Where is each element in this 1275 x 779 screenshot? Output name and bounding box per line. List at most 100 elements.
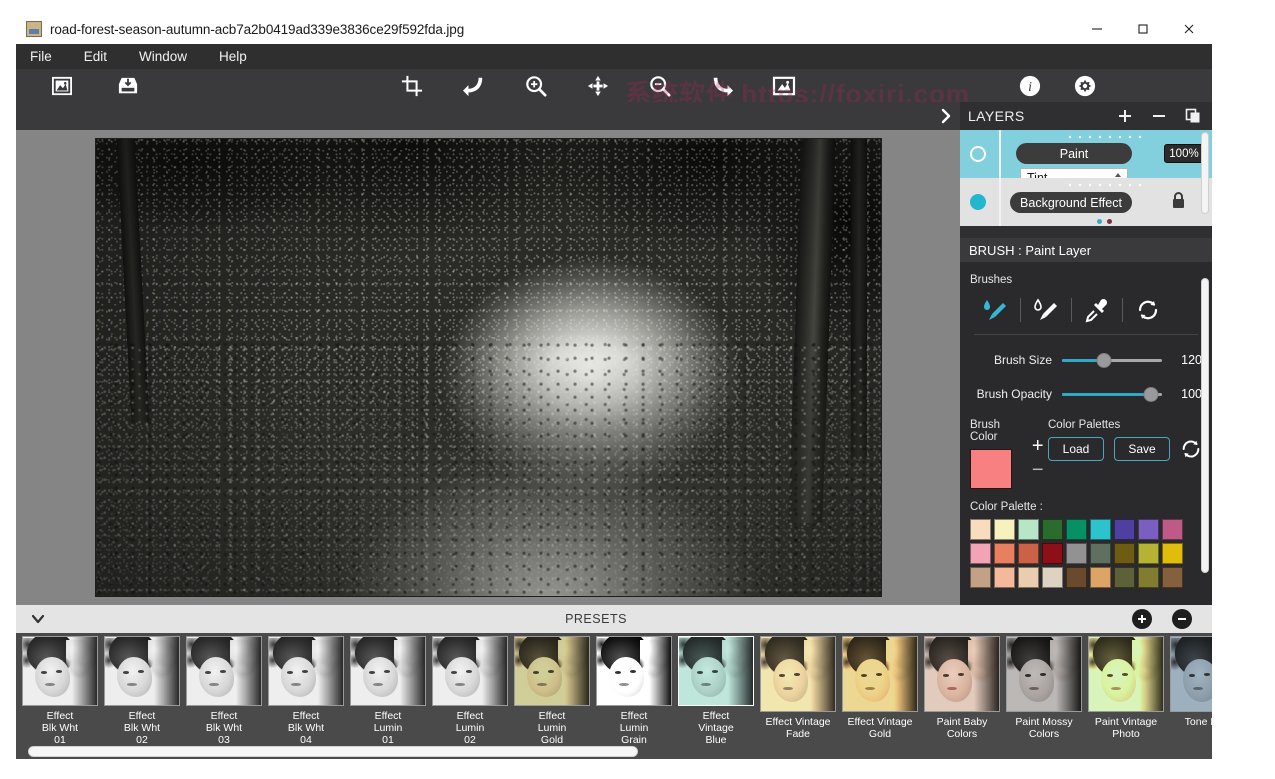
palette-swatch[interactable]	[1066, 567, 1087, 588]
open-image-icon[interactable]	[42, 69, 82, 102]
redo-icon[interactable]	[702, 69, 742, 102]
preset-item[interactable]: Effect Lumin Gold	[512, 633, 592, 746]
preset-thumbnail[interactable]	[596, 636, 672, 706]
preset-item[interactable]: Effect Blk Wht 01	[20, 633, 100, 746]
palette-swatch[interactable]	[1018, 519, 1039, 540]
palette-swatch[interactable]	[1138, 567, 1159, 588]
preset-thumbnail[interactable]	[22, 636, 98, 706]
layer-drag-handle[interactable]	[1065, 135, 1143, 139]
layer-visibility-toggle[interactable]	[970, 194, 986, 210]
save-image-icon[interactable]	[108, 69, 148, 102]
palette-swatch[interactable]	[1042, 543, 1063, 564]
remove-preset-icon[interactable]	[1172, 609, 1192, 629]
presets-horizontal-scrollbar[interactable]	[28, 746, 638, 757]
preset-item[interactable]: Effect Lumin 01	[348, 633, 428, 746]
brush-opacity-slider[interactable]	[1062, 386, 1162, 402]
preset-thumbnail[interactable]	[1006, 636, 1082, 712]
smudge-brush-icon[interactable]	[1021, 297, 1071, 323]
preset-item[interactable]: Effect Lumin 02	[430, 633, 510, 746]
preset-item[interactable]: Effect Blk Wht 04	[266, 633, 346, 746]
layer-row[interactable]: Paint 100% Tint	[960, 130, 1212, 187]
palette-swatch[interactable]	[1018, 567, 1039, 588]
palette-swatch[interactable]	[1138, 519, 1159, 540]
reset-palette-icon[interactable]	[1180, 438, 1202, 460]
palette-swatch[interactable]	[970, 519, 991, 540]
info-icon[interactable]: i	[1010, 69, 1050, 102]
layer-name[interactable]: Paint	[1016, 143, 1132, 164]
add-preset-icon[interactable]	[1132, 609, 1152, 629]
image-canvas[interactable]	[95, 138, 882, 597]
menu-window[interactable]: Window	[139, 47, 201, 67]
maximize-button[interactable]	[1120, 14, 1166, 44]
palette-swatch[interactable]	[1162, 543, 1183, 564]
preset-thumbnail[interactable]	[924, 636, 1000, 712]
palette-swatch[interactable]	[970, 543, 991, 564]
palette-swatch[interactable]	[994, 543, 1015, 564]
palette-swatch[interactable]	[994, 567, 1015, 588]
reset-brush-icon[interactable]	[1123, 298, 1173, 322]
palette-swatch[interactable]	[1162, 567, 1183, 588]
remove-color-button[interactable]: −	[1032, 460, 1044, 480]
remove-layer-button[interactable]	[1150, 107, 1168, 125]
preset-item[interactable]: Tone Blue	[1168, 633, 1212, 746]
save-palette-button[interactable]: Save	[1114, 437, 1170, 461]
duplicate-layer-icon[interactable]	[1184, 107, 1202, 125]
palette-swatch[interactable]	[1090, 519, 1111, 540]
add-layer-button[interactable]	[1116, 107, 1134, 125]
add-color-button[interactable]: +	[1032, 436, 1044, 456]
preset-thumbnail[interactable]	[514, 636, 590, 706]
preset-item[interactable]: Effect Vintage Gold	[840, 633, 920, 746]
move-icon[interactable]	[578, 69, 618, 102]
close-button[interactable]	[1166, 14, 1212, 44]
brush-size-slider[interactable]	[1062, 352, 1162, 368]
preset-thumbnail[interactable]	[842, 636, 918, 712]
palette-swatch[interactable]	[1066, 519, 1087, 540]
palette-swatch[interactable]	[1042, 519, 1063, 540]
paint-brush-icon[interactable]	[970, 297, 1020, 323]
layer-opacity-value[interactable]: 100%	[1164, 144, 1204, 163]
palette-swatch[interactable]	[970, 567, 991, 588]
preset-item[interactable]: Effect Lumin Grain	[594, 633, 674, 746]
menu-file[interactable]: File	[30, 47, 66, 67]
preset-thumbnail[interactable]	[350, 636, 426, 706]
canvas-area[interactable]	[16, 130, 960, 605]
palette-swatch[interactable]	[1090, 543, 1111, 564]
preset-thumbnail[interactable]	[432, 636, 508, 706]
preset-item[interactable]: Paint Baby Colors	[922, 633, 1002, 746]
minimize-button[interactable]	[1074, 14, 1120, 44]
preset-item[interactable]: Effect Blk Wht 02	[102, 633, 182, 746]
palette-swatch[interactable]	[1114, 543, 1135, 564]
preset-thumbnail[interactable]	[760, 636, 836, 712]
palette-swatch[interactable]	[1114, 567, 1135, 588]
preset-thumbnail[interactable]	[268, 636, 344, 706]
chevron-down-icon[interactable]	[16, 612, 60, 626]
brush-size-knob[interactable]	[1096, 352, 1112, 368]
preset-thumbnail[interactable]	[186, 636, 262, 706]
palette-swatch[interactable]	[1138, 543, 1159, 564]
palette-swatch[interactable]	[1162, 519, 1183, 540]
palette-swatch[interactable]	[1042, 567, 1063, 588]
preset-item[interactable]: Effect Vintage Fade	[758, 633, 838, 746]
lock-icon[interactable]	[1171, 191, 1186, 214]
menu-edit[interactable]: Edit	[84, 47, 121, 67]
layers-scrollbar[interactable]	[1201, 132, 1209, 214]
palette-swatch[interactable]	[1090, 567, 1111, 588]
preset-item[interactable]: Effect Blk Wht 03	[184, 633, 264, 746]
palette-swatch[interactable]	[994, 519, 1015, 540]
zoom-in-icon[interactable]	[516, 69, 556, 102]
zoom-out-icon[interactable]	[640, 69, 680, 102]
brush-color-swatch[interactable]	[970, 449, 1012, 489]
layer-drag-handle[interactable]	[1065, 183, 1143, 187]
fit-image-icon[interactable]	[764, 69, 804, 102]
preset-thumbnail[interactable]	[104, 636, 180, 706]
chevron-right-icon[interactable]	[932, 102, 960, 130]
preset-thumbnail[interactable]	[1170, 636, 1212, 712]
preset-item[interactable]: Effect Vintage Blue	[676, 633, 756, 746]
palette-swatch[interactable]	[1018, 543, 1039, 564]
preset-item[interactable]: Paint Vintage Photo	[1086, 633, 1166, 746]
layer-row[interactable]: Background Effect	[960, 178, 1212, 226]
undo-icon[interactable]	[454, 69, 494, 102]
presets-strip[interactable]: Effect Blk Wht 01 Effect Blk Wht 02 Effect…	[16, 633, 1212, 752]
palette-swatch[interactable]	[1114, 519, 1135, 540]
settings-icon[interactable]	[1065, 69, 1105, 102]
